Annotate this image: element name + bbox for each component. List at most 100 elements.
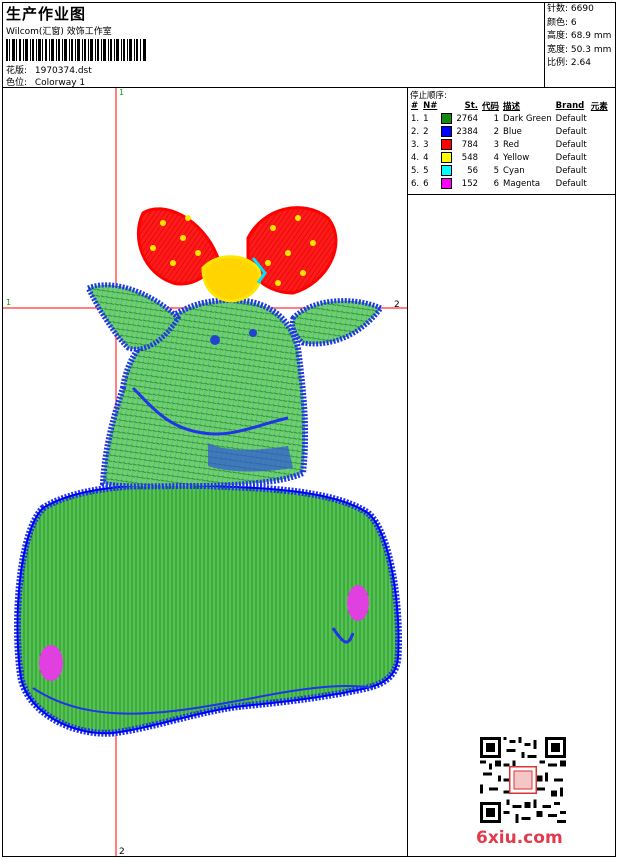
colorway-value: Colorway 1 — [34, 78, 86, 88]
cell-stitches: 784 — [461, 139, 479, 150]
cell-brand: Default — [555, 152, 587, 163]
watermark-site: 6xiu.com — [476, 828, 563, 848]
stats-panel: 针数: 6690 颜色: 6 高度: 68.9 mm 宽度: 50.3 mm 比… — [547, 3, 617, 87]
table-row: 6. 6 152 6 Magenta Default — [409, 177, 610, 190]
cell-swatch — [439, 125, 454, 138]
stop-sequence-panel: 停止顺序: # N# St. 代码 描述 Brand 元素 1. 1 2764 … — [408, 88, 616, 195]
cell-desc: Dark Green — [503, 113, 552, 124]
stat-stitches: 针数: 6690 — [547, 3, 617, 17]
eye-right — [249, 329, 257, 337]
cell-brand: Default — [555, 113, 587, 124]
cell-element — [589, 164, 610, 177]
cell-element — [589, 151, 610, 164]
stat-value: 50.3 mm — [570, 44, 612, 55]
stat-label: 比例: — [547, 58, 569, 68]
colorway-label: 色位: — [6, 78, 28, 88]
cell-swatch — [439, 112, 454, 125]
colorway-row: 色位: Colorway 1 — [6, 75, 85, 88]
cell-code: 1 — [493, 113, 500, 124]
color-swatch — [441, 165, 453, 176]
cell-n: 2 — [423, 126, 429, 137]
cell-code: 2 — [493, 126, 500, 137]
col-desc: 描述 — [503, 102, 521, 112]
stat-colors: 颜色: 6 — [547, 17, 617, 31]
header: 生产作业图 Wilcom(汇窗) 效饰工作室 花版: 1970374.dst 色… — [3, 3, 616, 88]
design-canvas: 1 1 2 2 — [3, 88, 408, 856]
barcode — [6, 39, 146, 61]
table-row: 5. 5 56 5 Cyan Default — [409, 164, 610, 177]
cell-element — [589, 125, 610, 138]
table-row: 1. 1 2764 1 Dark Green Default — [409, 112, 610, 125]
col-code: 代码 — [482, 102, 500, 112]
cell-n: 5 — [423, 165, 429, 176]
cell-code: 4 — [493, 152, 500, 163]
stop-table-header: # N# St. 代码 描述 Brand 元素 — [409, 100, 610, 112]
stat-value: 68.9 mm — [570, 31, 612, 41]
col-element: 元素 — [590, 102, 608, 112]
stat-value: 6 — [570, 17, 577, 28]
cell-element — [589, 112, 610, 125]
cheek-left — [39, 645, 63, 681]
cell-element — [589, 138, 610, 151]
col-n: N# — [423, 101, 438, 111]
stat-height: 高度: 68.9 mm — [547, 30, 617, 44]
qr-code — [480, 737, 566, 823]
cell-stitches: 152 — [461, 178, 479, 189]
col-stitches: St. — [464, 101, 479, 111]
cell-code: 3 — [493, 139, 500, 150]
stat-label: 颜色: — [547, 17, 569, 28]
cell-n: 4 — [423, 152, 429, 163]
cell-brand: Default — [555, 165, 587, 176]
page-title: 生产作业图 — [6, 5, 87, 23]
color-swatch — [441, 113, 453, 124]
stat-label: 宽度: — [547, 44, 569, 55]
table-row: 4. 4 548 4 Yellow Default — [409, 151, 610, 164]
cell-desc: Magenta — [503, 178, 541, 189]
col-index: # — [411, 101, 419, 111]
col-brand: Brand — [555, 101, 585, 111]
cell-desc: Cyan — [503, 165, 525, 176]
table-row: 2. 2 2384 2 Blue Default — [409, 125, 610, 138]
cell-brand: Default — [555, 139, 587, 150]
marker-bottom: 2 — [119, 847, 125, 856]
cell-index: 3. — [411, 139, 420, 150]
cell-brand: Default — [555, 178, 587, 189]
col-color — [439, 100, 454, 112]
company-subtitle: Wilcom(汇窗) 效饰工作室 — [6, 27, 112, 37]
cell-code: 6 — [493, 178, 500, 189]
stat-value: 2.64 — [570, 58, 591, 68]
cell-stitches: 548 — [461, 152, 479, 163]
color-swatch — [441, 152, 453, 163]
cell-index: 6. — [411, 178, 420, 189]
cell-desc: Yellow — [503, 152, 530, 163]
cell-index: 1. — [411, 113, 420, 124]
cell-index: 5. — [411, 165, 420, 176]
stat-width: 宽度: 50.3 mm — [547, 44, 617, 58]
cheek-right — [347, 585, 369, 621]
ear-right — [290, 298, 385, 347]
stop-table: # N# St. 代码 描述 Brand 元素 1. 1 2764 1 Dark… — [409, 100, 610, 190]
cell-swatch — [439, 151, 454, 164]
header-info: 生产作业图 Wilcom(汇窗) 效饰工作室 花版: 1970374.dst 色… — [3, 3, 545, 88]
marker-right: 2 — [394, 300, 400, 310]
cell-element — [589, 177, 610, 190]
cell-n: 1 — [423, 113, 429, 124]
cell-swatch — [439, 138, 454, 151]
cell-n: 6 — [423, 178, 429, 189]
embroidery-body — [13, 481, 402, 737]
marker-top: 1 — [119, 88, 124, 97]
cell-stitches: 2764 — [456, 113, 479, 124]
cell-index: 2. — [411, 126, 420, 137]
cell-n: 3 — [423, 139, 429, 150]
cell-desc: Blue — [503, 126, 522, 137]
embroidery-preview: 1 1 2 2 — [3, 88, 407, 856]
eye-left — [210, 335, 220, 345]
cell-desc: Red — [503, 139, 520, 150]
stat-label: 针数: — [547, 4, 569, 14]
bow-knot — [201, 255, 262, 303]
cell-stitches: 2384 — [456, 126, 479, 137]
stat-label: 高度: — [547, 31, 569, 41]
color-swatch — [441, 178, 453, 189]
color-swatch — [441, 126, 453, 137]
cell-swatch — [439, 177, 454, 190]
